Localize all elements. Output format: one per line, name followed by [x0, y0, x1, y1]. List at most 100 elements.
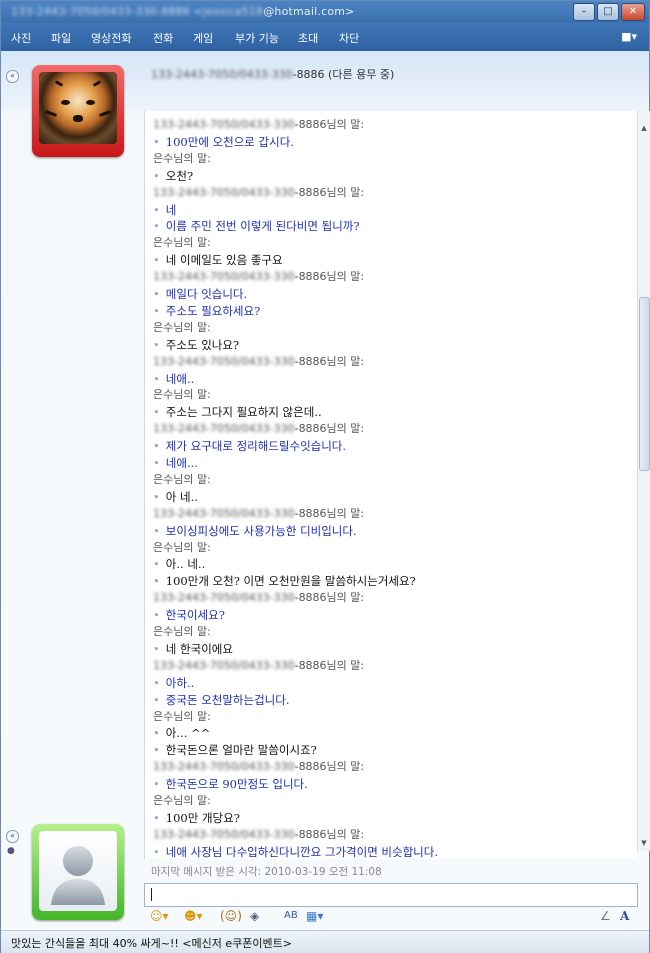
received-message: • 100만에 오천으로 갑시다.: [153, 134, 294, 150]
sender-hidden-number: 133-2443-7050/0433-330: [153, 760, 295, 774]
message-text: 100만에 오천으로 갑시다.: [165, 134, 294, 149]
bullet-icon: •: [153, 219, 160, 234]
bullet-icon: •: [153, 523, 160, 538]
received-message: • 한국돈으로 90만정도 입니다.: [153, 776, 308, 792]
message-input[interactable]: [144, 883, 638, 907]
text-mode-button[interactable]: A: [620, 908, 629, 924]
menu-addons[interactable]: 부가 기능: [235, 30, 279, 46]
message-sender: 은수님의 말:: [153, 709, 211, 725]
bullet-icon: •: [153, 743, 160, 758]
message-text: 주소도 있나요?: [165, 337, 240, 352]
contact-name-hidden: 133-2443-7050/0433-330: [151, 68, 293, 81]
sender-label: 은수님의 말:: [153, 388, 211, 402]
sender-label: -8886님의 말:: [294, 591, 365, 605]
message-text: 네: [165, 202, 177, 217]
menu-video-call[interactable]: 영상전화: [91, 30, 131, 46]
menu-bar: 사진 파일 영상전화 전화 게임 부가 기능 초대 차단 ■▾: [1, 23, 649, 51]
message-text: 네애..: [165, 371, 195, 386]
message-sender: 은수님의 말:: [153, 793, 211, 809]
sender-hidden-number: 133-2443-7050/0433-330: [153, 270, 295, 284]
contact-card-icon[interactable]: ●: [7, 846, 17, 856]
bullet-icon: •: [153, 675, 160, 690]
sender-label: -8886님의 말:: [294, 270, 365, 284]
message-text: 네애 사장님 다수입하신다니깐요 그가격이면 비슷합니다.: [165, 844, 438, 859]
title-bar[interactable]: 133-2443-7050/0433-330-8886 <jessica518@…: [1, 1, 649, 23]
bullet-icon: •: [153, 641, 160, 656]
received-message: • 네: [153, 202, 176, 218]
bullet-icon: •: [153, 303, 160, 318]
received-message: • 한국이세요?: [153, 607, 225, 623]
menu-photo[interactable]: 사진: [11, 30, 31, 46]
menu-options-icon[interactable]: ■▾: [621, 30, 637, 43]
message-text: 오천?: [165, 168, 194, 183]
emoticon-button[interactable]: ☺▾: [150, 908, 169, 924]
maximize-button[interactable]: □: [597, 3, 619, 21]
bullet-icon: •: [153, 134, 160, 149]
bullet-icon: •: [153, 810, 160, 825]
message-text: 네애...: [165, 456, 198, 470]
window-controls: – □ ✕: [573, 3, 645, 21]
close-button[interactable]: ✕: [621, 3, 645, 21]
message-text: 한국이세요?: [165, 608, 225, 623]
messenger-window: 133-2443-7050/0433-330-8886 <jessica518@…: [0, 0, 650, 953]
collapse-top-icon[interactable]: «: [6, 70, 19, 83]
message-text: 아 네..: [165, 489, 198, 504]
sender-hidden-number: 133-2443-7050/0433-330: [153, 354, 295, 368]
sent-message: • 주소는 그다지 필요하지 않은데..: [153, 404, 322, 420]
message-text: 네 한국이에요: [165, 641, 233, 656]
sender-label: -8886님의 말:: [294, 827, 365, 841]
sent-message: • 네 한국이에요: [153, 641, 233, 657]
bullet-icon: •: [153, 168, 160, 183]
message-sender: 133-2443-7050/0433-330-8886님의 말:: [153, 506, 364, 522]
handwriting-button[interactable]: ∠: [600, 908, 611, 924]
message-text: 주소도 필요하세요?: [165, 303, 261, 318]
message-text: 100만개 오천? 이면 오천만원을 말씀하시는거세요?: [165, 574, 416, 589]
sender-label: 은수님의 말:: [153, 625, 211, 638]
message-sender: 133-2443-7050/0433-330-8886님의 말:: [153, 658, 364, 674]
received-message: • 중국돈 오천말하는겁니다.: [153, 692, 290, 708]
menu-games[interactable]: 게임: [193, 30, 213, 46]
message-sender: 은수님의 말:: [153, 472, 211, 488]
scroll-thumb[interactable]: [639, 297, 650, 471]
sender-label: 은수님의 말:: [153, 709, 211, 723]
message-text: 보이싱피싱에도 사용가능한 디비입니다.: [165, 523, 357, 538]
sender-label: -8886님의 말:: [294, 658, 365, 672]
received-message: • 제가 요구대로 정리해드릴수잇습니다.: [153, 438, 346, 454]
formatting-toolbar: ☺▾ ☻▾ (☺) ◈ AB ▦▾ ∠ A: [144, 907, 639, 927]
my-avatar[interactable]: [32, 824, 124, 920]
minimize-button[interactable]: –: [573, 3, 595, 21]
contact-avatar[interactable]: [32, 65, 124, 157]
sender-label: 은수님의 말:: [153, 236, 211, 250]
received-message: • 주소도 필요하세요?: [153, 303, 260, 319]
message-sender: 은수님의 말:: [153, 387, 211, 403]
menu-block[interactable]: 차단: [339, 30, 359, 46]
menu-invite[interactable]: 초대: [298, 30, 318, 46]
scroll-up-icon[interactable]: ▲: [640, 123, 648, 133]
sender-hidden-number: 133-2443-7050/0433-330: [153, 118, 295, 131]
scroll-down-icon[interactable]: ▼: [640, 838, 648, 848]
chat-scrollbar[interactable]: ▲ ▼: [637, 111, 650, 851]
received-message: • 이름 주민 전번 이렇게 된다비면 됩니까?: [153, 218, 360, 234]
menu-file[interactable]: 파일: [51, 30, 71, 46]
wink-button[interactable]: ☻▾: [184, 908, 203, 924]
message-text: 이름 주민 전번 이렇게 된다비면 됩니까?: [165, 219, 360, 234]
tiger-picture: [39, 72, 117, 144]
received-message: • 메일다 잇습니다.: [153, 286, 247, 302]
nudge-button[interactable]: ◈: [250, 908, 259, 924]
voice-clip-button[interactable]: (☺): [220, 908, 242, 924]
message-text: 메일다 잇습니다.: [165, 287, 248, 301]
collapse-bottom-icon[interactable]: «: [6, 830, 19, 843]
sender-label: 은수님의 말:: [153, 794, 211, 807]
message-text: 제가 요구대로 정리해드릴수잇습니다.: [165, 439, 347, 454]
sent-message: • 아 네..: [153, 489, 198, 505]
font-button[interactable]: AB: [284, 908, 298, 924]
bullet-icon: •: [153, 557, 160, 572]
bullet-icon: •: [153, 777, 160, 792]
menu-call[interactable]: 전화: [153, 30, 173, 46]
background-button[interactable]: ▦▾: [306, 908, 323, 924]
ad-link[interactable]: 맛있는 간식들을 최대 40% 싸게~!! <메신저 e쿠폰이벤트>: [11, 935, 292, 951]
bullet-icon: •: [153, 489, 160, 504]
last-message-time: 마지막 메시지 받은 시각: 2010-03-19 오전 11:08: [151, 866, 382, 878]
chat-history[interactable]: 133-2443-7050/0433-330-8886님의 말: • 100만에 오…: [144, 111, 637, 859]
sender-label: 은수님의 말:: [153, 472, 211, 486]
